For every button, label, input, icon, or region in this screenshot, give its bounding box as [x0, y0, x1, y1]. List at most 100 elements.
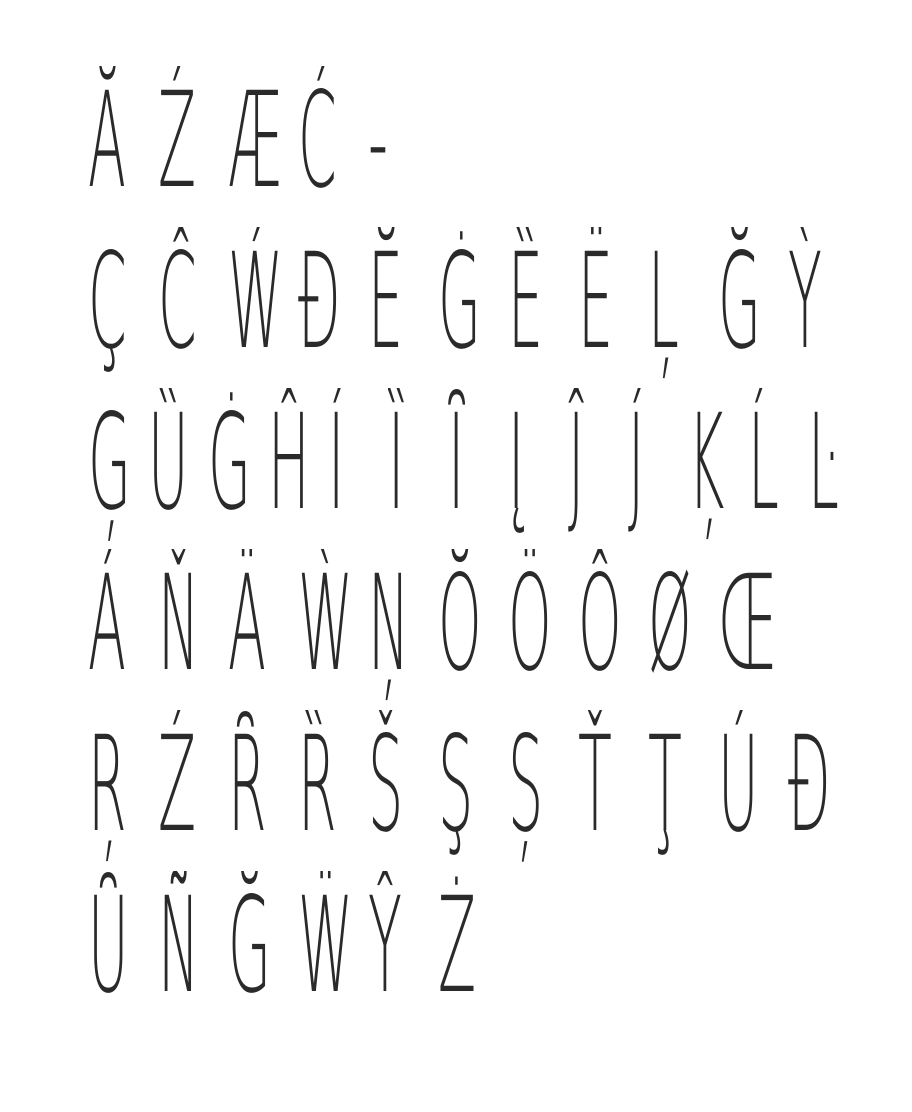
glyph-cell: Ť: [578, 710, 648, 871]
glyph-cell: Ẅ: [298, 871, 368, 1032]
glyph-cell: Ȋ: [448, 388, 508, 549]
glyph-cell: Ñ: [158, 871, 228, 1032]
glyph: Ô: [578, 549, 622, 701]
glyph-cell: Ỳ: [788, 227, 858, 388]
glyph: Ġ: [208, 388, 251, 540]
glyph-cell: Đ: [788, 710, 858, 871]
glyph: Í: [328, 388, 345, 540]
glyph-cell: Ë: [578, 227, 648, 388]
glyph: Ẁ: [298, 549, 353, 701]
glyph-cell: Ô: [578, 549, 648, 710]
glyph-cell: Í: [328, 388, 388, 549]
glyph: Ĺ: [748, 388, 779, 540]
glyph-cell: Ģ: [88, 388, 148, 549]
glyph: Á: [88, 549, 126, 701]
glyph: Ġ: [438, 227, 481, 379]
glyph: -: [368, 66, 389, 218]
glyph-row: ÇĈẂĐĔĠȄËĻĞỲ: [88, 227, 868, 388]
glyph: Į: [508, 388, 525, 540]
glyph: Ŷ: [368, 871, 402, 1023]
glyph-cell: Æ: [228, 66, 298, 227]
glyph: Ť: [578, 710, 612, 862]
glyph: Ţ: [648, 710, 682, 862]
glyph-cell: Į: [508, 388, 568, 549]
glyph-cell: Ȅ: [508, 227, 578, 388]
glyph: Ŗ: [88, 710, 127, 862]
glyph-cell: Ğ: [718, 227, 788, 388]
glyph-cell: Š: [368, 710, 438, 871]
glyph-cell: Ú: [718, 710, 788, 871]
glyph-cell: Ĥ: [268, 388, 328, 549]
glyph: Ğ: [718, 227, 761, 379]
glyph-cell: Ć: [298, 66, 368, 227]
glyph-row: ŖŹȒȐŠŞȘŤŢÚĐ: [88, 710, 868, 871]
glyph-cell: Œ: [718, 549, 788, 710]
glyph-cell: Ŀ: [808, 388, 868, 549]
glyph: Ø: [648, 549, 692, 701]
glyph: Ź: [158, 66, 196, 218]
glyph-cell: Ŷ: [368, 871, 438, 1032]
glyph: Ë: [578, 227, 614, 379]
glyph-cell: Ș: [508, 710, 578, 871]
glyph: Ă: [88, 66, 126, 218]
glyph-cell: Ẁ: [298, 549, 368, 710]
glyph: Ȋ: [448, 388, 465, 540]
glyph: Ģ: [88, 388, 131, 540]
glyph-cell: Ķ: [688, 388, 748, 549]
glyph: Ŀ: [808, 388, 839, 540]
glyph: Đ: [788, 710, 831, 862]
glyph-cell: Ĉ: [158, 227, 228, 388]
glyph-cell: -: [368, 66, 438, 227]
glyph-cell: Ä: [228, 549, 298, 710]
glyph-cell: Ţ: [648, 710, 718, 871]
glyph: Ķ: [688, 388, 725, 540]
glyph: Ú: [718, 710, 759, 862]
glyph-row: ÁŇÄẀŅŎÖÔØŒ: [88, 549, 868, 710]
glyph: Ö: [508, 549, 552, 701]
glyph-cell: Ç: [88, 227, 158, 388]
glyph-cell: Đ: [298, 227, 368, 388]
glyph: Ż: [438, 871, 476, 1023]
glyph-cell: Ȑ: [298, 710, 368, 871]
glyph-specimen-sheet: Ă Ź Æ Ć - Ç Ĉ Ẃ Đ Ĕ Ġ Ȅ Ë Ļ Ğ Ỳ Ģ Ȕ Ġ Ĥ Í Ȉ Ȋ Į Ĵ J́ Ķ Ĺ Ŀ Á Ň Ä Ẁ Ņ Ŏ Ö Ô Ø Œ…: [0, 0, 912, 1112]
glyph: Œ: [718, 549, 778, 701]
glyph: J́: [628, 388, 645, 540]
glyph-cell: Ĕ: [368, 227, 438, 388]
glyph: Ỳ: [788, 227, 822, 379]
glyph-grid: Ă Ź Æ Ć - Ç Ĉ Ẃ Đ Ĕ Ġ Ȅ Ë Ļ Ğ Ỳ Ģ Ȕ Ġ Ĥ Í Ȉ Ȋ Į Ĵ J́ Ķ Ĺ Ŀ Á Ň Ä Ẁ Ņ Ŏ Ö Ô Ø Œ…: [88, 66, 868, 1032]
glyph: Ĕ: [368, 227, 404, 379]
glyph-cell: Ġ: [208, 388, 268, 549]
glyph-cell: Ŗ: [88, 710, 158, 871]
glyph-cell: Ĺ: [748, 388, 808, 549]
glyph: Ĥ: [268, 388, 310, 540]
glyph-cell: Ğ: [228, 871, 298, 1032]
glyph-cell: Ź: [158, 66, 228, 227]
glyph-cell: Ņ: [368, 549, 438, 710]
glyph: Æ: [228, 66, 283, 218]
glyph-row: Ģ Ȕ Ġ Ĥ Í Ȉ Ȋ Į Ĵ J́ Ķ Ĺ Ŀ: [88, 388, 868, 549]
glyph: Ẅ: [298, 871, 353, 1023]
glyph-cell: Á: [88, 549, 158, 710]
glyph-cell: Ź: [158, 710, 228, 871]
glyph-cell: Ø: [648, 549, 718, 710]
glyph: Ñ: [158, 871, 200, 1023]
glyph: Ĵ: [568, 388, 585, 540]
glyph-cell: Ẃ: [228, 227, 298, 388]
glyph-cell: Ĵ: [568, 388, 628, 549]
glyph-cell: Ȕ: [148, 388, 208, 549]
glyph-cell: Ȉ: [388, 388, 448, 549]
glyph-cell: Ŏ: [438, 549, 508, 710]
glyph: Ȅ: [508, 227, 544, 379]
glyph-cell: Ň: [158, 549, 228, 710]
glyph: Ć: [298, 66, 337, 218]
glyph-cell: J́: [628, 388, 688, 549]
glyph: Ș: [508, 710, 544, 862]
glyph: Ç: [88, 227, 127, 379]
glyph: Ņ: [368, 549, 410, 701]
glyph: Ẃ: [228, 227, 283, 379]
glyph-cell: Ġ: [438, 227, 508, 388]
glyph-row: ȖÑĞẄŶŻ: [88, 871, 868, 1032]
glyph: Ş: [438, 710, 474, 862]
glyph: Ȕ: [148, 388, 189, 540]
glyph: Ȗ: [88, 871, 129, 1023]
